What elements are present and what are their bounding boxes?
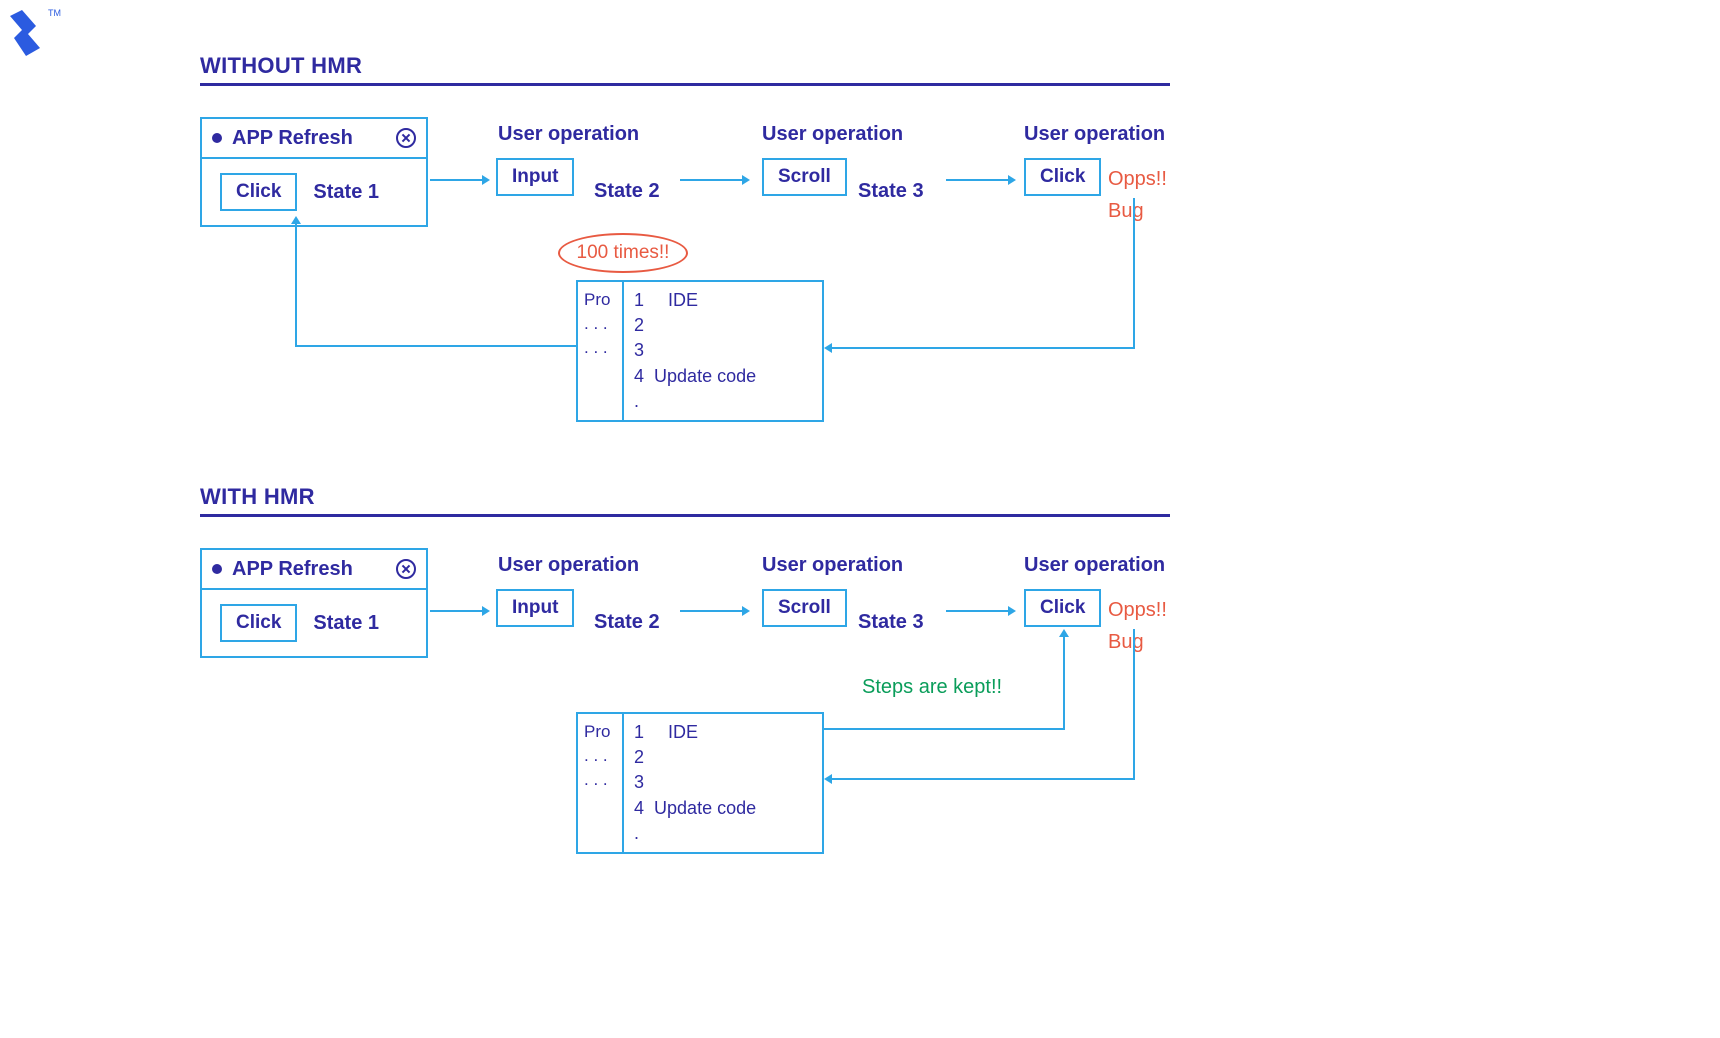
ide-sidebar: Pro . . . . . . [578, 714, 624, 852]
ide-title: IDE [668, 722, 698, 742]
ide-window: Pro . . . . . . 1 IDE 2 3 4 Update code . [576, 712, 824, 854]
ide-side-line: . . . [584, 336, 616, 360]
arrow-icon [946, 606, 1016, 616]
section-divider [200, 514, 1170, 517]
arrow-icon [824, 629, 1074, 739]
ide-line-num: 4 [634, 366, 644, 386]
action-scroll: Scroll [762, 158, 847, 196]
click-button[interactable]: Click [220, 604, 297, 642]
ide-line-num: 2 [634, 745, 756, 770]
arrow-icon [680, 606, 750, 616]
section-title-without: WITHOUT HMR [200, 53, 362, 79]
action-input: Input [496, 158, 574, 196]
ide-title: IDE [668, 290, 698, 310]
ide-line-num: . [634, 389, 756, 414]
ide-code-text: Update code [654, 798, 756, 818]
ide-code-text: Update code [654, 366, 756, 386]
user-operation-label: User operation [1024, 554, 1165, 577]
state-label: State 2 [594, 611, 660, 634]
browser-window: APP Refresh Click State 1 [200, 548, 428, 658]
action-input: Input [496, 589, 574, 627]
arrow-icon [430, 175, 490, 185]
action-scroll: Scroll [762, 589, 847, 627]
ide-line-num: 3 [634, 338, 756, 363]
arrow-icon [430, 606, 490, 616]
ide-side-line: . . . [584, 312, 616, 336]
bug-annotation: Opps!! [1108, 599, 1167, 622]
bug-annotation: Opps!! [1108, 168, 1167, 191]
ide-line-num: 1 [634, 722, 644, 742]
tab-dot-icon [212, 564, 222, 574]
state-label: State 1 [313, 612, 379, 635]
toptal-logo [8, 8, 48, 63]
ide-side-line: Pro [584, 288, 616, 312]
arrow-icon [680, 175, 750, 185]
section-title-with: WITH HMR [200, 484, 315, 510]
tab-dot-icon [212, 133, 222, 143]
user-operation-label: User operation [498, 554, 639, 577]
close-icon [396, 128, 416, 148]
arrow-icon [824, 198, 1144, 358]
user-operation-label: User operation [498, 123, 639, 146]
user-operation-label: User operation [1024, 123, 1165, 146]
section-divider [200, 83, 1170, 86]
callout-ellipse: 100 times!! [558, 233, 688, 273]
ide-line-num: . [634, 821, 756, 846]
ide-side-line: Pro [584, 720, 616, 744]
ide-window: Pro . . . . . . 1 IDE 2 3 4 Update code . [576, 280, 824, 422]
arrow-icon [946, 175, 1016, 185]
ide-sidebar: Pro . . . . . . [578, 282, 624, 420]
state-label: State 1 [313, 181, 379, 204]
ide-side-line: . . . [584, 744, 616, 768]
action-click: Click [1024, 158, 1101, 196]
ide-line-num: 4 [634, 798, 644, 818]
user-operation-label: User operation [762, 554, 903, 577]
click-button[interactable]: Click [220, 173, 297, 211]
ide-body: 1 IDE 2 3 4 Update code . [624, 714, 766, 852]
browser-window: APP Refresh Click State 1 [200, 117, 428, 227]
tab-title: APP Refresh [232, 558, 353, 581]
user-operation-label: User operation [762, 123, 903, 146]
arrow-icon [296, 216, 576, 356]
browser-tab-bar: APP Refresh [202, 550, 426, 590]
ide-body: 1 IDE 2 3 4 Update code . [624, 282, 766, 420]
close-icon [396, 559, 416, 579]
ide-line-num: 1 [634, 290, 644, 310]
ide-line-num: 3 [634, 770, 756, 795]
trademark-label: TM [48, 8, 61, 18]
state-label: State 2 [594, 180, 660, 203]
browser-tab-bar: APP Refresh [202, 119, 426, 159]
action-click: Click [1024, 589, 1101, 627]
ide-side-line: . . . [584, 768, 616, 792]
browser-body: Click State 1 [202, 590, 426, 656]
ide-line-num: 2 [634, 313, 756, 338]
tab-title: APP Refresh [232, 127, 353, 150]
